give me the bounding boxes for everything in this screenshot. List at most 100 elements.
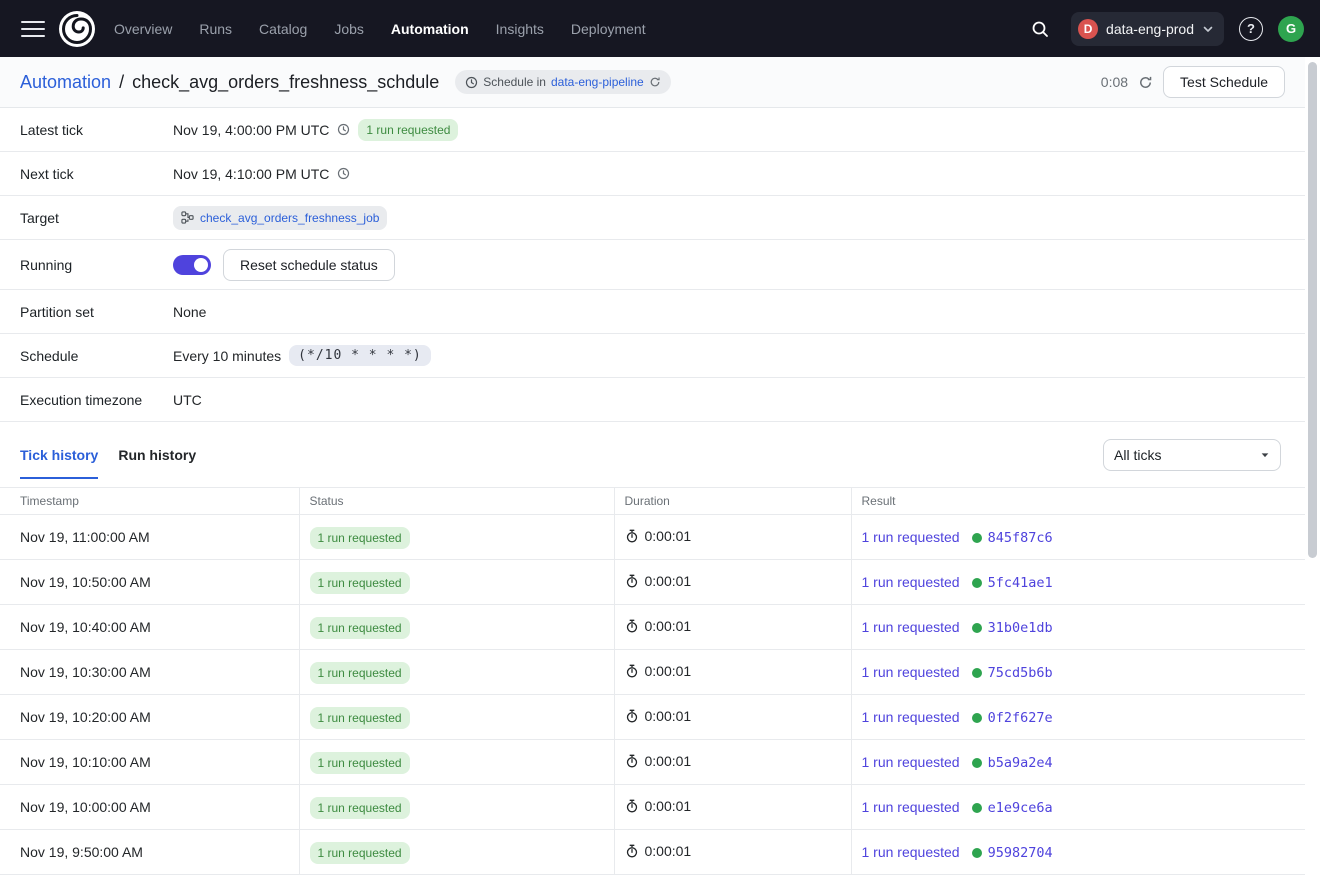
header-actions: 0:08 Test Schedule <box>1101 66 1285 98</box>
timezone-value: UTC <box>173 392 202 408</box>
next-tick-value: Nov 19, 4:10:00 PM UTC <box>173 166 329 182</box>
nav-item-deployment[interactable]: Deployment <box>571 21 646 37</box>
column-header-timestamp: Timestamp <box>0 488 299 515</box>
clock-icon <box>465 76 478 89</box>
refresh-button[interactable] <box>1138 75 1153 90</box>
tick-status-badge: 1 run requested <box>310 752 410 774</box>
run-success-dot <box>972 623 982 633</box>
reset-schedule-status-button[interactable]: Reset schedule status <box>223 249 395 281</box>
nav-item-catalog[interactable]: Catalog <box>259 21 307 37</box>
tick-duration-cell: 0:00:01 <box>614 740 851 785</box>
run-success-dot <box>972 758 982 768</box>
tick-result-link[interactable]: 1 run requested <box>862 799 960 815</box>
tick-result-link[interactable]: 1 run requested <box>862 664 960 680</box>
nav-item-insights[interactable]: Insights <box>496 21 544 37</box>
scrollbar-thumb[interactable] <box>1308 62 1317 558</box>
clock-icon <box>337 167 350 180</box>
menu-button[interactable] <box>16 12 50 46</box>
tick-status-cell: 1 run requested <box>299 560 614 605</box>
refresh-countdown: 0:08 <box>1101 74 1128 90</box>
run-id-link[interactable]: 0f2f627e <box>988 710 1053 726</box>
tick-status-cell: 1 run requested <box>299 515 614 560</box>
tick-filter-select[interactable]: All ticks <box>1103 439 1281 471</box>
tick-status-cell: 1 run requested <box>299 830 614 875</box>
run-id-link[interactable]: 5fc41ae1 <box>988 575 1053 591</box>
tick-duration: 0:00:01 <box>645 528 692 544</box>
tick-duration: 0:00:01 <box>645 798 692 814</box>
run-id-link[interactable]: e1e9ce6a <box>988 800 1053 816</box>
deployment-switcher[interactable]: D data-eng-prod <box>1071 12 1224 46</box>
tick-result-link[interactable]: 1 run requested <box>862 709 960 725</box>
run-id-link[interactable]: 75cd5b6b <box>988 665 1053 681</box>
tick-timestamp: Nov 19, 10:50:00 AM <box>0 560 299 605</box>
tick-result-link[interactable]: 1 run requested <box>862 754 960 770</box>
run-id-link[interactable]: 31b0e1db <box>988 620 1053 636</box>
tick-result-cell: 1 run requested 31b0e1db <box>851 605 1305 650</box>
detail-row-running: Running Reset schedule status <box>0 240 1305 290</box>
tick-timestamp: Nov 19, 10:30:00 AM <box>0 650 299 695</box>
tick-result-link[interactable]: 1 run requested <box>862 529 960 545</box>
run-success-dot <box>972 668 982 678</box>
detail-row-partition-set: Partition set None <box>0 290 1305 334</box>
tab-run-history[interactable]: Run history <box>118 443 196 467</box>
search-icon <box>1030 19 1050 39</box>
stopwatch-icon <box>625 664 639 678</box>
page-title: check_avg_orders_freshness_schdule <box>132 72 439 93</box>
pipeline-link[interactable]: data-eng-pipeline <box>551 75 644 89</box>
tick-history-table: Timestamp Status Duration Result Nov 19,… <box>0 487 1305 875</box>
tick-timestamp: Nov 19, 10:20:00 AM <box>0 695 299 740</box>
detail-row-latest-tick: Latest tick Nov 19, 4:00:00 PM UTC 1 run… <box>0 108 1305 152</box>
nav-item-jobs[interactable]: Jobs <box>334 21 364 37</box>
help-button[interactable]: ? <box>1239 17 1263 41</box>
clock-icon <box>337 123 350 136</box>
tick-status-cell: 1 run requested <box>299 605 614 650</box>
tick-status-cell: 1 run requested <box>299 740 614 785</box>
nav-item-runs[interactable]: Runs <box>199 21 232 37</box>
tick-timestamp: Nov 19, 10:10:00 AM <box>0 740 299 785</box>
breadcrumb-automation-link[interactable]: Automation <box>20 72 111 93</box>
deployment-badge: D <box>1078 19 1098 39</box>
target-job-link[interactable]: check_avg_orders_freshness_job <box>200 211 379 225</box>
schedule-context-badge: Schedule in data-eng-pipeline <box>455 70 670 94</box>
tick-duration-cell: 0:00:01 <box>614 605 851 650</box>
test-schedule-button[interactable]: Test Schedule <box>1163 66 1285 98</box>
tick-result-cell: 1 run requested b5a9a2e4 <box>851 740 1305 785</box>
stopwatch-icon <box>625 619 639 633</box>
run-success-dot <box>972 713 982 723</box>
detail-label: Execution timezone <box>20 392 173 408</box>
detail-row-next-tick: Next tick Nov 19, 4:10:00 PM UTC <box>0 152 1305 196</box>
search-button[interactable] <box>1024 13 1056 45</box>
run-id-link[interactable]: 845f87c6 <box>988 530 1053 546</box>
run-success-dot <box>972 578 982 588</box>
tick-status-cell: 1 run requested <box>299 650 614 695</box>
tick-status-cell: 1 run requested <box>299 785 614 830</box>
detail-label: Next tick <box>20 166 173 182</box>
tick-duration-cell: 0:00:01 <box>614 695 851 740</box>
running-toggle[interactable] <box>173 255 211 275</box>
detail-label: Target <box>20 210 173 226</box>
detail-label: Schedule <box>20 348 173 364</box>
tick-duration: 0:00:01 <box>645 573 692 589</box>
tick-result-link[interactable]: 1 run requested <box>862 844 960 860</box>
run-id-link[interactable]: 95982704 <box>988 845 1053 861</box>
nav-item-automation[interactable]: Automation <box>391 21 469 37</box>
tick-timestamp: Nov 19, 9:50:00 AM <box>0 830 299 875</box>
nav-item-overview[interactable]: Overview <box>114 21 172 37</box>
schedule-badge-text: Schedule in <box>483 75 546 89</box>
cycle-icon <box>649 76 661 88</box>
tick-duration-cell: 0:00:01 <box>614 515 851 560</box>
tick-result-cell: 1 run requested 0f2f627e <box>851 695 1305 740</box>
tick-duration: 0:00:01 <box>645 618 692 634</box>
primary-nav: Overview Runs Catalog Jobs Automation Insight… <box>114 21 646 37</box>
tick-row: Nov 19, 10:50:00 AM1 run requested0:00:0… <box>0 560 1305 605</box>
user-avatar[interactable]: G <box>1278 16 1304 42</box>
tick-result-link[interactable]: 1 run requested <box>862 574 960 590</box>
run-id-link[interactable]: b5a9a2e4 <box>988 755 1053 771</box>
latest-tick-status-badge: 1 run requested <box>358 119 458 141</box>
tab-tick-history[interactable]: Tick history <box>20 443 98 467</box>
tick-row: Nov 19, 10:40:00 AM1 run requested0:00:0… <box>0 605 1305 650</box>
caret-down-icon <box>1260 450 1270 460</box>
tick-status-badge: 1 run requested <box>310 797 410 819</box>
tick-result-link[interactable]: 1 run requested <box>862 619 960 635</box>
column-header-result: Result <box>851 488 1305 515</box>
